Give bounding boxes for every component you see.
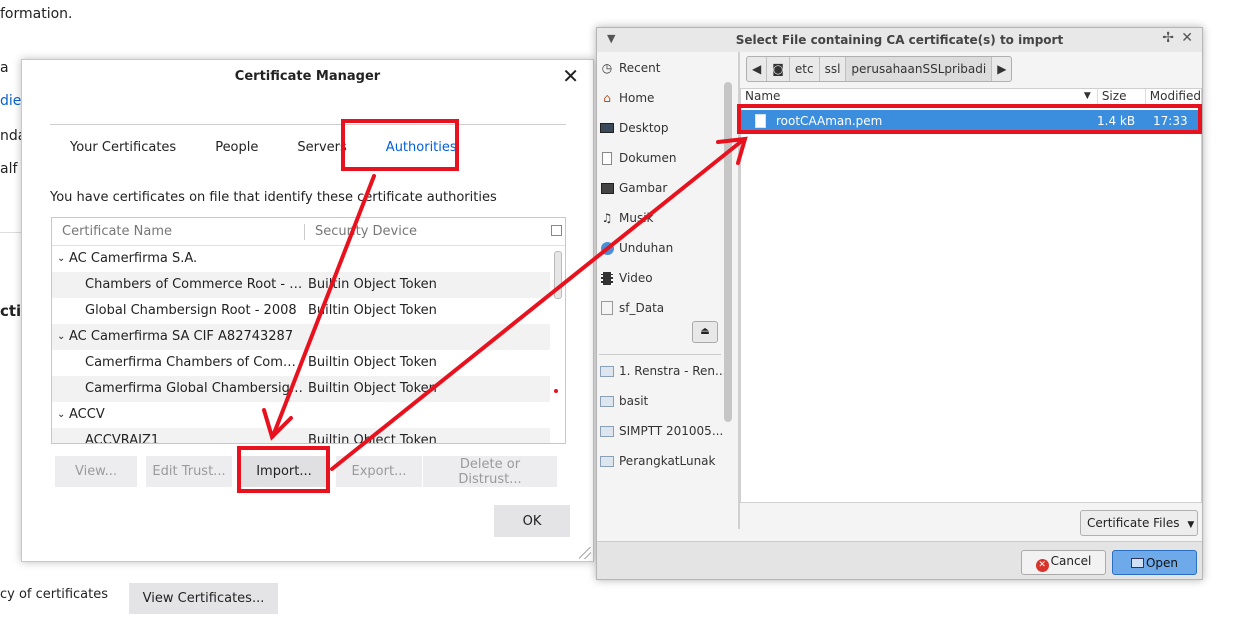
annotation-dot <box>554 389 558 393</box>
annotation-arrows <box>262 136 748 471</box>
arrow-import-to-file <box>330 138 745 471</box>
arrow-tab-to-import <box>271 174 376 438</box>
